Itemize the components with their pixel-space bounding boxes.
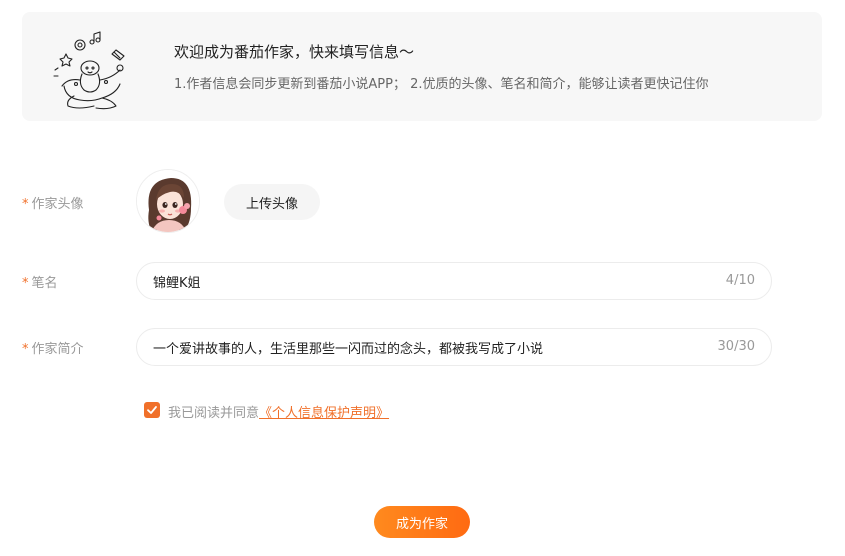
agreement-text: 我已阅读并同意《个人信息保护声明》 [168,402,389,421]
banner-title: 欢迎成为番茄作家，快来填写信息～ [174,43,415,61]
required-mark: * [22,197,29,212]
avatar-label-text: 作家头像 [31,197,84,212]
agreement-checkbox[interactable] [144,402,160,418]
writer-illustration-icon [53,31,125,110]
become-writer-button[interactable]: 成为作家 [374,506,470,538]
pen-name-label: * 笔名 [22,272,58,291]
pen-name-field: 4/10 [136,262,772,300]
required-mark: * [22,276,29,291]
bio-label: * 作家简介 [22,338,84,357]
privacy-statement-link[interactable]: 《个人信息保护声明》 [259,406,389,421]
welcome-banner: 欢迎成为番茄作家，快来填写信息～ 1.作者信息会同步更新到番茄小说APP； 2.… [22,12,822,121]
bio-field: 30/30 [136,328,772,366]
pen-name-label-text: 笔名 [31,276,58,291]
pen-name-counter: 4/10 [725,273,755,288]
bio-counter: 30/30 [717,339,755,354]
upload-avatar-button[interactable]: 上传头像 [224,184,320,220]
avatar-label: * 作家头像 [22,193,84,212]
pen-name-input[interactable] [153,263,693,299]
bio-label-text: 作家简介 [31,342,84,357]
avatar-image [137,170,199,232]
agreement-prefix: 我已阅读并同意 [168,406,260,421]
checkmark-icon [147,406,157,414]
banner-description: 1.作者信息会同步更新到番茄小说APP； 2.优质的头像、笔名和简介，能够让读者… [174,77,709,92]
bio-input[interactable] [153,329,693,365]
avatar[interactable] [136,169,200,233]
required-mark: * [22,342,29,357]
